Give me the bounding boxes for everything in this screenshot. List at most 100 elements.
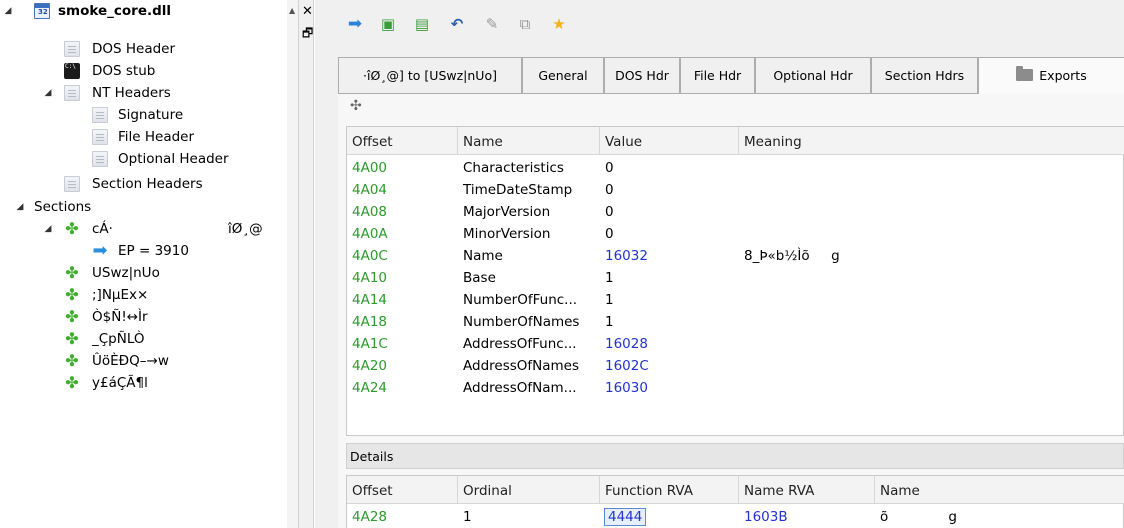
scroll-up-arrow-icon[interactable]: ▲ xyxy=(289,6,295,15)
tree-item-nt-headers[interactable]: NT Headers xyxy=(92,82,171,104)
name-cell: AddressOfNames xyxy=(463,358,580,374)
folder-icon xyxy=(1016,66,1034,81)
tab-exports[interactable]: Exports xyxy=(978,57,1124,94)
tree-item-section[interactable]: _ÇpÑLÒ xyxy=(92,328,145,350)
table-row[interactable]: 4A0A MinorVersion 0 xyxy=(347,223,1124,245)
tree-item-section[interactable]: Ò$Ñ!↔Ìr xyxy=(92,306,148,328)
column-header-name-rva[interactable]: Name RVA xyxy=(739,476,875,504)
offset-cell: 4A14 xyxy=(352,292,388,308)
name-rva-cell[interactable]: 1603B xyxy=(739,506,875,528)
value-cell[interactable]: 0 xyxy=(600,201,739,223)
tree-item-optional-header[interactable]: Optional Header xyxy=(118,148,229,170)
value-cell[interactable]: 0 xyxy=(600,157,739,179)
tree-item-section-tail: îØ¸@ xyxy=(228,221,263,237)
table-row[interactable]: 4A00 Characteristics 0 xyxy=(347,157,1124,179)
arrow-right-icon[interactable]: ➡ xyxy=(345,14,365,34)
tree-item-section[interactable]: ÛöÈÐQ–→w xyxy=(92,350,169,372)
tree-item-file-header[interactable]: File Header xyxy=(118,126,194,148)
meaning-cell xyxy=(739,267,1119,289)
meaning-cell xyxy=(739,223,1119,245)
value-cell[interactable]: 1602C xyxy=(600,355,739,377)
nt-headers-icon xyxy=(64,85,80,101)
signature-icon xyxy=(92,107,108,123)
pe-tree-panel: ◢ smoke_core.dll DOS Header DOS stub ◢ N… xyxy=(0,0,298,528)
restore-pane-icon[interactable]: 🗗 xyxy=(302,24,313,45)
function-rva-cell-wrap[interactable]: 4444 xyxy=(600,506,739,528)
tree-item-section[interactable]: cÁ· xyxy=(92,218,113,240)
tree-item-section[interactable]: y£áÇÃ¶l xyxy=(92,372,148,394)
offset-cell: 4A24 xyxy=(352,380,388,396)
tab-general[interactable]: General xyxy=(522,57,604,93)
name-cell: NumberOfNames xyxy=(463,314,580,330)
star-icon[interactable]: ★ xyxy=(549,14,569,34)
offset-cell: 4A10 xyxy=(352,270,388,286)
collapse-arrow-icon[interactable]: ◢ xyxy=(42,218,54,240)
name-cell: MinorVersion xyxy=(463,226,551,242)
tree-item-sections[interactable]: Sections xyxy=(34,196,91,218)
tab-file-hdr[interactable]: File Hdr xyxy=(680,57,755,93)
meaning-cell xyxy=(739,333,1119,355)
column-header-function-rva[interactable]: Function RVA xyxy=(600,476,739,504)
collapse-arrow-icon[interactable]: ◢ xyxy=(14,196,26,218)
value-cell[interactable]: 1 xyxy=(600,289,739,311)
save-as-icon[interactable]: ▤ xyxy=(412,14,432,34)
value-cell[interactable]: 16030 xyxy=(600,377,739,399)
tree-item-section-headers[interactable]: Section Headers xyxy=(92,173,203,195)
table-row[interactable]: 4A04 TimeDateStamp 0 xyxy=(347,179,1124,201)
tree-scrollbar[interactable]: ▲ xyxy=(287,0,298,528)
tree-item-dos-header[interactable]: DOS Header xyxy=(92,38,175,60)
tree-item-signature[interactable]: Signature xyxy=(118,104,183,126)
tree-item-dos-stub[interactable]: DOS stub xyxy=(92,60,155,82)
table-row[interactable]: 4A20 AddressOfNames 1602C xyxy=(347,355,1124,377)
name-cell: Characteristics xyxy=(463,160,564,176)
move-icon[interactable]: ✣ xyxy=(350,98,362,114)
toolbar: ➡ ▣ ▤ ↶ ✎ ⧉ ★ xyxy=(315,0,1124,44)
value-cell[interactable]: 16028 xyxy=(600,333,739,355)
name-cell: AddressOfNam... xyxy=(463,380,577,396)
offset-cell: 4A04 xyxy=(352,182,388,198)
value-cell[interactable]: 16032 xyxy=(600,245,739,267)
function-rva-cell[interactable]: 4444 xyxy=(603,508,647,526)
table-row[interactable]: 4A0C Name 16032 8_Þ«b½Ìõ g xyxy=(347,245,1124,267)
collapse-arrow-icon[interactable]: ◢ xyxy=(2,0,14,22)
value-cell[interactable]: 1 xyxy=(600,311,739,333)
dos-header-icon xyxy=(64,41,80,57)
table-row[interactable]: 4A08 MajorVersion 0 xyxy=(347,201,1124,223)
section-puzzle-icon: ✤ xyxy=(65,307,79,326)
file-header-icon xyxy=(92,129,108,145)
column-header-ordinal[interactable]: Ordinal xyxy=(458,476,600,504)
value-cell[interactable]: 0 xyxy=(600,179,739,201)
column-header-name[interactable]: Name xyxy=(458,127,600,155)
table-row[interactable]: 4A18 NumberOfNames 1 xyxy=(347,311,1124,333)
tab-section[interactable]: ·îØ¸@] to [USwz|nUo] xyxy=(338,57,522,93)
tab-optional-hdr[interactable]: Optional Hdr xyxy=(755,57,871,93)
table-row[interactable]: 4A14 NumberOfFunc... 1 xyxy=(347,289,1124,311)
name-cell: MajorVersion xyxy=(463,204,551,220)
name-cell: Name xyxy=(463,248,503,264)
tree-item-section[interactable]: ;]NµEx× xyxy=(92,284,148,306)
tree-root-dll[interactable]: smoke_core.dll xyxy=(58,0,171,22)
save-icon[interactable]: ▣ xyxy=(378,14,398,34)
table-row[interactable]: 4A28 1 4444 1603B õ g xyxy=(347,506,1124,528)
table-row[interactable]: 4A1C AddressOfFunc... 16028 xyxy=(347,333,1124,355)
tab-dos-hdr[interactable]: DOS Hdr xyxy=(604,57,680,93)
tree-item-entry-point[interactable]: EP = 3910 xyxy=(118,240,189,262)
value-cell[interactable]: 0 xyxy=(600,223,739,245)
column-header-meaning[interactable]: Meaning xyxy=(739,127,1124,155)
table-row[interactable]: 4A24 AddressOfNam... 16030 xyxy=(347,377,1124,399)
column-header-name[interactable]: Name xyxy=(875,476,1124,504)
close-pane-icon[interactable]: ✕ xyxy=(302,4,313,19)
value-cell[interactable]: 1 xyxy=(600,267,739,289)
copy-icon[interactable]: ⧉ xyxy=(515,14,535,34)
tab-section-hdrs[interactable]: Section Hdrs xyxy=(871,57,978,93)
column-header-value[interactable]: Value xyxy=(600,127,739,155)
collapse-arrow-icon[interactable]: ◢ xyxy=(42,82,54,104)
tree-item-section[interactable]: USwz|nUo xyxy=(92,262,160,284)
column-header-offset[interactable]: Offset xyxy=(347,476,458,504)
pin-icon[interactable]: ✎ xyxy=(482,14,502,34)
offset-cell: 4A1C xyxy=(352,336,388,352)
table-row[interactable]: 4A10 Base 1 xyxy=(347,267,1124,289)
undo-icon[interactable]: ↶ xyxy=(447,14,467,34)
column-header-offset[interactable]: Offset xyxy=(347,127,458,155)
exported-functions-table: Offset Ordinal Function RVA Name RVA Nam… xyxy=(346,475,1124,528)
